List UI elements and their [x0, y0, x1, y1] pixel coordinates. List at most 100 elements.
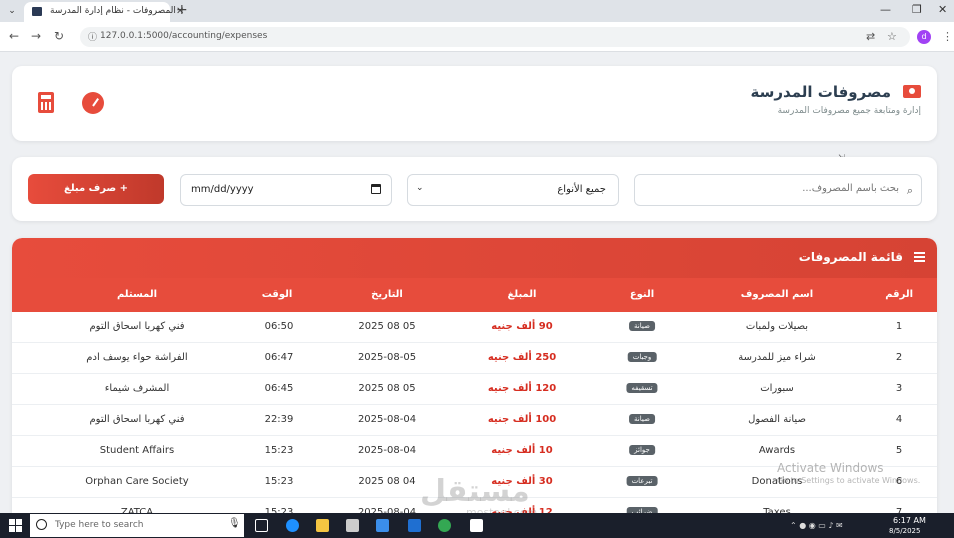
column-header-number: الرقم: [885, 289, 913, 300]
calculator-icon[interactable]: [38, 92, 54, 113]
table-header: الرقم اسم المصروف النوع المبلغ التاريخ ا…: [12, 278, 937, 312]
search-icon: [36, 519, 47, 530]
table-row[interactable]: 4 صيانة الفصول صيانة 100 ألف جنيه 2025-0…: [12, 405, 937, 436]
cell-date: 2025 08 05: [358, 383, 416, 394]
search-field[interactable]: ⌕: [634, 174, 922, 206]
tab-search-chevron-icon[interactable]: ⌄: [6, 5, 18, 17]
cell-name: بصيلات ولمبات: [745, 321, 809, 332]
windows-taskbar: Type here to search 🎙 ⌃ ● ◉ ▭ ♪ ✉ 6:17 A…: [0, 513, 954, 538]
page-title: مصروفات المدرسة: [750, 83, 891, 101]
mostaql-watermark-logo: مستقل: [420, 474, 530, 509]
cell-amount: 120 ألف جنيه: [487, 383, 557, 394]
url-field[interactable]: ⓘ 127.0.0.1:5000/accounting/expenses: [80, 27, 910, 47]
cell-recipient: Student Affairs: [99, 445, 175, 456]
date-field[interactable]: mm/dd/yyyy: [180, 174, 392, 206]
type-badge: تسقيفه: [626, 383, 658, 393]
calendar-icon[interactable]: [371, 184, 381, 194]
back-icon[interactable]: ←: [9, 29, 19, 43]
cell-time: 15:23: [264, 445, 294, 456]
column-header-time: الوقت: [261, 289, 293, 300]
cell-date: 2025 08 05: [358, 321, 416, 332]
app-window-icon[interactable]: [470, 519, 483, 532]
search-input[interactable]: [659, 183, 899, 194]
pay-amount-button[interactable]: + صرف مبلغ: [28, 174, 164, 204]
column-header-date: التاريخ: [371, 289, 403, 300]
type-badge: وجبات: [627, 352, 657, 362]
money-bill-icon: [903, 85, 921, 98]
type-badge: صيانة: [629, 321, 655, 331]
table-row[interactable]: 2 شراء ميز للمدرسة وجبات 250 ألف جنيه 20…: [12, 343, 937, 374]
cell-time: 06:50: [264, 321, 294, 332]
translate-icon[interactable]: ⇄: [866, 30, 875, 43]
bookmark-star-icon[interactable]: ☆: [887, 30, 897, 43]
cell-time: 06:45: [264, 383, 294, 394]
tray-icons[interactable]: ⌃ ● ◉ ▭ ♪ ✉: [790, 521, 843, 530]
cell-amount: 250 ألف جنيه: [487, 352, 557, 363]
chevron-down-icon: ⌄: [416, 183, 424, 193]
cell-amount: 10 ألف جنيه: [491, 445, 553, 456]
maximize-icon[interactable]: ❐: [912, 3, 922, 16]
reload-icon[interactable]: ↻: [54, 29, 64, 43]
cell-time: 15:23: [264, 476, 294, 487]
dashboard-gauge-icon[interactable]: [82, 92, 104, 114]
cell-recipient: المشرف شيماء: [104, 383, 170, 394]
cell-amount: 90 ألف جنيه: [491, 321, 553, 332]
browser-menu-icon[interactable]: ⋮: [942, 30, 953, 43]
file-explorer-icon[interactable]: [316, 519, 329, 532]
cell-amount: 100 ألف جنيه: [487, 414, 557, 425]
column-header-type: النوع: [629, 289, 655, 300]
page-subtitle: إدارة ومتابعة جميع مصروفات المدرسة: [777, 106, 921, 116]
table-row[interactable]: 1 بصيلات ولمبات صيانة 90 ألف جنيه 2025 0…: [12, 312, 937, 343]
close-window-icon[interactable]: ✕: [938, 3, 947, 16]
cell-recipient: الفراشة حواء يوسف ادم: [86, 352, 188, 363]
cell-name: صيانة الفصول: [748, 414, 806, 425]
microphone-icon[interactable]: 🎙: [228, 518, 241, 529]
edge-browser-icon[interactable]: [286, 519, 299, 532]
column-header-recipient: المستلم: [116, 289, 158, 300]
cell-name: Awards: [758, 445, 796, 456]
page-header-card: مصروفات المدرسة إدارة ومتابعة جميع مصروف…: [12, 66, 937, 141]
minimize-icon[interactable]: —: [880, 3, 891, 16]
tab-favicon-icon: [32, 7, 42, 16]
list-icon: [914, 252, 925, 262]
cell-number: 3: [895, 383, 903, 394]
date-placeholder: mm/dd/yyyy: [191, 184, 254, 195]
profile-avatar[interactable]: d: [917, 30, 931, 44]
cell-number: 2: [895, 352, 903, 363]
app-icon[interactable]: [408, 519, 421, 532]
browser-tab[interactable]: المصروفات - نظام إدارة المدرسة ✕: [24, 2, 184, 22]
taskbar-search-box[interactable]: Type here to search 🎙: [30, 514, 244, 537]
cell-recipient: Orphan Care Society: [85, 476, 189, 487]
cell-recipient: فني كهربا اسحاق التوم: [89, 414, 185, 425]
windows-start-icon[interactable]: [9, 519, 22, 532]
type-select[interactable]: جميع الأنواع ⌄: [407, 174, 619, 206]
forward-icon[interactable]: →: [31, 29, 41, 43]
site-info-icon[interactable]: ⓘ: [88, 30, 97, 43]
activate-windows-subtitle: Go to Settings to activate Windows.: [777, 476, 921, 485]
type-badge: جوائز: [629, 445, 655, 455]
type-badge: صيانة: [629, 414, 655, 424]
new-tab-icon[interactable]: +: [176, 2, 188, 18]
column-header-name: اسم المصروف: [740, 289, 814, 300]
type-badge: تبرعات: [626, 476, 658, 486]
cell-time: 22:39: [264, 414, 294, 425]
store-icon[interactable]: [346, 519, 359, 532]
list-title: قائمة المصروفات: [798, 250, 903, 264]
cell-time: 06:47: [264, 352, 294, 363]
taskbar-time[interactable]: 6:17 AM: [893, 516, 926, 525]
tab-title: المصروفات - نظام إدارة المدرسة: [50, 6, 176, 16]
taskbar-date[interactable]: 8/5/2025: [889, 527, 920, 535]
list-header: قائمة المصروفات: [12, 238, 937, 278]
url-text: 127.0.0.1:5000/accounting/expenses: [100, 31, 268, 41]
filter-card: ⌕ جميع الأنواع ⌄ mm/dd/yyyy + صرف مبلغ: [12, 157, 937, 221]
cell-name: شراء ميز للمدرسة: [738, 352, 816, 363]
cell-number: 4: [895, 414, 903, 425]
task-view-icon[interactable]: [255, 519, 268, 532]
mail-icon[interactable]: [376, 519, 389, 532]
table-row[interactable]: 3 سبورات تسقيفه 120 ألف جنيه 2025 08 05 …: [12, 374, 937, 405]
chrome-icon[interactable]: [438, 519, 451, 532]
activate-windows-title: Activate Windows: [777, 461, 884, 475]
cell-date: 2025-08-04: [357, 445, 417, 456]
cell-number: 5: [895, 445, 903, 456]
type-select-value: جميع الأنواع: [557, 184, 606, 195]
